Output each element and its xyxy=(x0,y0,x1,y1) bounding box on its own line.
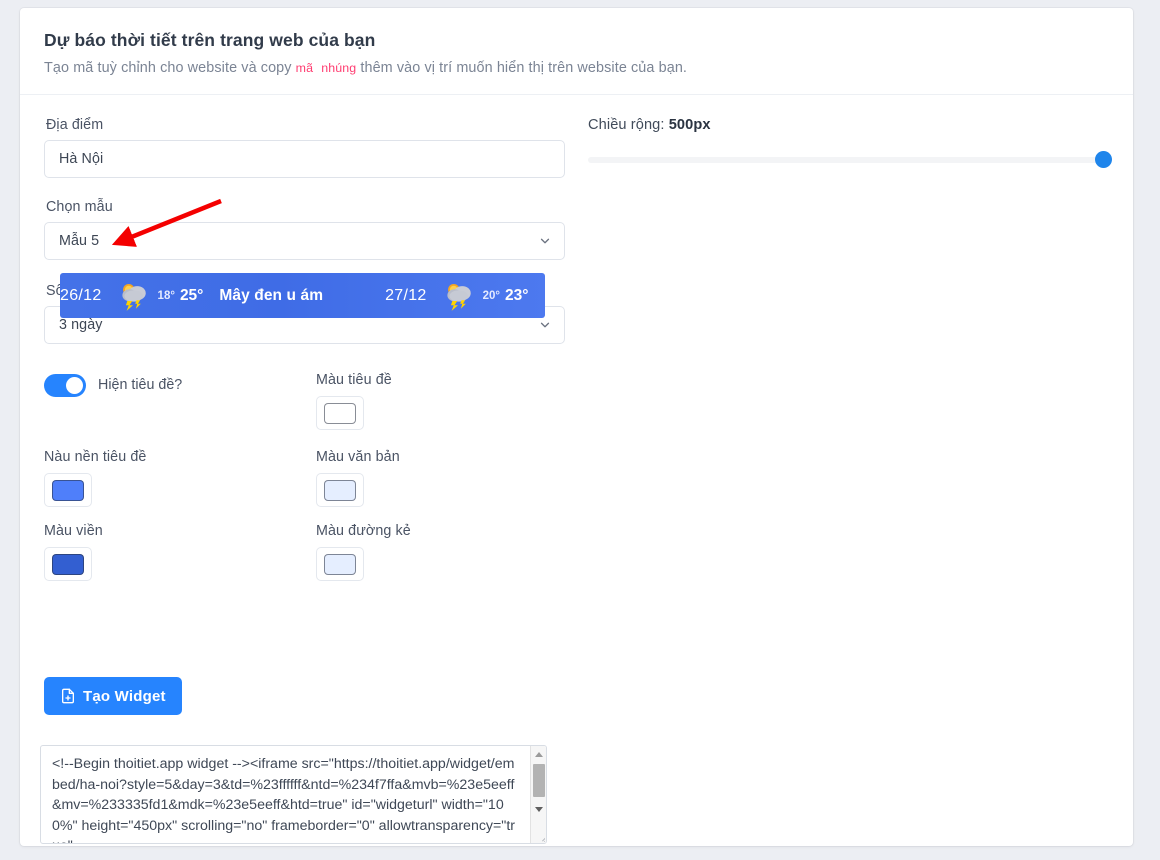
subtitle-highlight-ma: mã xyxy=(295,61,314,75)
forecast-description: Mây đen u ám xyxy=(219,286,324,304)
appearance-settings: Hiện tiêu đề? Nàu nền tiêu đề Màu viền M… xyxy=(44,372,589,587)
forecast-low: 20° xyxy=(482,289,501,302)
settings-column: Địa điểm Hà Nội Chọn mẫu Mẫu 5 Số ngày 3… xyxy=(44,117,589,587)
color-chip xyxy=(52,553,84,575)
title-background-color-group: Nàu nền tiêu đề xyxy=(44,449,146,507)
text-color-group: Màu văn bản xyxy=(316,449,400,507)
template-label: Chọn mẫu xyxy=(46,199,113,215)
forecast-date: 26/12 xyxy=(60,286,102,304)
embed-code-area: <!--Begin thoitiet.app widget --><iframe… xyxy=(40,745,547,844)
days-select-value: 3 ngày xyxy=(59,317,103,333)
resize-grip-icon[interactable] xyxy=(531,828,545,842)
width-label-text: Chiều rộng: xyxy=(588,117,665,133)
border-color-swatch[interactable] xyxy=(44,547,92,581)
width-slider[interactable] xyxy=(588,151,1112,169)
embed-code-text: <!--Begin thoitiet.app widget --><iframe… xyxy=(52,756,516,843)
text-color-swatch[interactable] xyxy=(316,473,364,507)
storm-sun-icon xyxy=(121,283,146,311)
scroll-down-icon[interactable] xyxy=(531,802,546,817)
forecast-high: 25° xyxy=(179,286,204,304)
title-color-label: Màu tiêu đề xyxy=(316,372,392,388)
forecast-entry: 26/12 18° 25° Mây đen u ám xyxy=(60,281,323,311)
title-color-group: Màu tiêu đề xyxy=(316,372,392,430)
card-body: Địa điểm Hà Nội Chọn mẫu Mẫu 5 Số ngày 3… xyxy=(20,95,1133,846)
file-plus-icon xyxy=(62,688,74,704)
page-title: Dự báo thời tiết trên trang web của bạn xyxy=(44,30,376,50)
title-background-color-swatch[interactable] xyxy=(44,473,92,507)
location-input[interactable]: Hà Nội xyxy=(44,140,565,178)
line-color-label: Màu đường kẻ xyxy=(316,523,411,539)
page-root: Dự báo thời tiết trên trang web của bạn … xyxy=(0,0,1160,860)
border-color-group: Màu viền xyxy=(44,523,103,581)
width-label: Chiều rộng: 500px xyxy=(588,117,1116,133)
width-value: 500px xyxy=(668,117,711,133)
preview-column: Chiều rộng: 500px xyxy=(588,117,1116,169)
template-select-value: Mẫu 5 xyxy=(59,233,100,249)
chevron-down-icon xyxy=(540,238,550,244)
template-select[interactable]: Mẫu 5 xyxy=(44,222,565,260)
location-label: Địa điểm xyxy=(46,117,104,133)
color-chip xyxy=(324,402,356,424)
scroll-up-icon[interactable] xyxy=(531,747,546,762)
forecast-low: 18° xyxy=(157,289,175,302)
line-color-group: Màu đường kẻ xyxy=(316,523,411,581)
location-input-value: Hà Nội xyxy=(59,151,104,167)
text-color-label: Màu văn bản xyxy=(316,449,400,465)
scrollbar-thumb[interactable] xyxy=(533,764,545,797)
embed-code-textarea[interactable]: <!--Begin thoitiet.app widget --><iframe… xyxy=(40,745,547,844)
weather-widget-preview: 26/12 18° 25° Mây đen u ám 27/12 20° 23° xyxy=(60,273,545,318)
show-title-label: Hiện tiêu đề? xyxy=(98,377,183,393)
forecast-date: 27/12 xyxy=(385,286,427,304)
storm-sun-icon xyxy=(447,283,471,311)
show-title-row: Hiện tiêu đề? xyxy=(44,372,182,398)
title-color-swatch[interactable] xyxy=(316,396,364,430)
color-chip xyxy=(324,553,356,575)
chevron-down-icon xyxy=(540,322,550,328)
line-color-swatch[interactable] xyxy=(316,547,364,581)
slider-track xyxy=(588,157,1112,163)
widget-generator-card: Dự báo thời tiết trên trang web của bạn … xyxy=(20,8,1133,846)
color-chip xyxy=(324,479,356,501)
slider-thumb[interactable] xyxy=(1095,151,1112,168)
title-background-color-label: Nàu nền tiêu đề xyxy=(44,449,147,465)
forecast-entry: 27/12 20° 23° xyxy=(385,281,528,311)
show-title-toggle[interactable] xyxy=(44,373,86,397)
create-widget-label: Tạo Widget xyxy=(83,687,166,705)
subtitle-highlight-nhung: nhúng xyxy=(321,61,357,75)
create-widget-button[interactable]: Tạo Widget xyxy=(44,677,182,715)
card-header: Dự báo thời tiết trên trang web của bạn … xyxy=(20,8,1133,95)
subtitle-text-2: thêm vào vị trí muốn hiển thị trên websi… xyxy=(356,60,688,76)
forecast-high: 23° xyxy=(505,286,529,304)
color-chip xyxy=(52,479,84,501)
border-color-label: Màu viền xyxy=(44,523,103,539)
page-subtitle: Tạo mã tuỳ chỉnh cho website và copy mã … xyxy=(44,60,1109,76)
subtitle-text-1: Tạo mã tuỳ chỉnh cho website và copy xyxy=(44,60,296,76)
